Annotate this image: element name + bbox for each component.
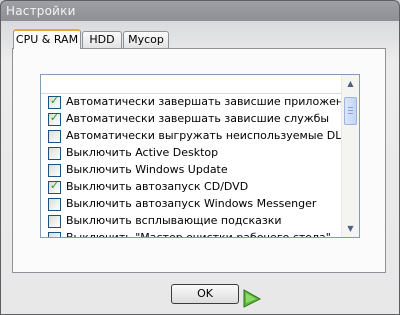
option-label: Выключить Active Desktop [66,146,219,159]
option-label: Выключить Windows Update [66,163,228,176]
option-label: Автоматически выгружать неиспользуемые D… [66,129,360,142]
option-checkbox[interactable]: ✓ [48,94,61,109]
arrow-cursor-icon [243,289,262,308]
option-checkbox[interactable]: ✓ [48,179,61,194]
option-row[interactable]: ✓ Автоматически завершать зависшие службы [41,111,343,128]
window-title: Настройки [6,4,76,18]
option-checkbox[interactable] [48,232,61,237]
option-row[interactable]: Выключить "Мастер очистки рабочего стола… [41,230,343,238]
option-row[interactable]: ✓ Выключить автозапуск CD/DVD [41,179,343,196]
tab-musor[interactable]: Мусор [123,31,169,48]
option-row[interactable]: Выключить Active Desktop [41,145,343,162]
checkmark-icon: ✓ [49,111,60,124]
tab-cpu-ram[interactable]: CPU & RAM [13,29,81,49]
tab-hdd[interactable]: HDD [82,31,122,48]
option-label: Выключить "Мастер очистки рабочего стола… [66,231,331,238]
options-list-body: ✓ Автоматически завершать зависшие прилож… [41,94,359,238]
tab-panel: ✓ Автоматически завершать зависшие прилож… [12,48,386,273]
option-label: Автоматически завершать зависшие службы [66,112,330,125]
option-checkbox[interactable] [48,215,61,228]
scroll-thumb[interactable] [344,97,357,125]
list-header [41,75,343,94]
scroll-up-arrow-icon[interactable]: ▲ [343,76,358,91]
option-checkbox[interactable] [48,147,61,160]
options-list[interactable]: ✓ Автоматически завершать зависшие прилож… [40,74,360,238]
option-label: Выключить автозапуск CD/DVD [66,180,249,193]
option-row[interactable]: Выключить Windows Update [41,162,343,179]
title-bar[interactable]: Настройки [1,1,399,23]
option-label: Автоматически завершать зависшие приложе… [66,95,357,108]
scroll-down-arrow-icon[interactable]: ▼ [343,221,358,236]
option-checkbox[interactable] [48,130,61,143]
checkmark-icon: ✓ [49,179,60,192]
option-checkbox[interactable]: ✓ [48,111,61,126]
checkmark-icon: ✓ [49,94,60,107]
option-row[interactable]: Автоматически выгружать неиспользуемые D… [41,128,359,145]
option-row[interactable]: Выключить автозапуск Windows Messenger [41,196,343,213]
settings-window: Настройки CPU & RAM HDD Мусор ✓ Автоматич… [0,0,400,315]
ok-button[interactable]: OK [171,284,239,304]
option-checkbox[interactable] [48,198,61,211]
option-row[interactable]: Выключить всплывающие подсказки [41,213,343,230]
option-label: Выключить автозапуск Windows Messenger [66,197,317,210]
option-row[interactable]: ✓ Автоматически завершать зависшие прилож… [41,94,357,111]
vertical-scrollbar[interactable]: ▲ ▼ [341,75,359,237]
option-checkbox[interactable] [48,164,61,177]
option-label: Выключить всплывающие подсказки [66,214,282,227]
